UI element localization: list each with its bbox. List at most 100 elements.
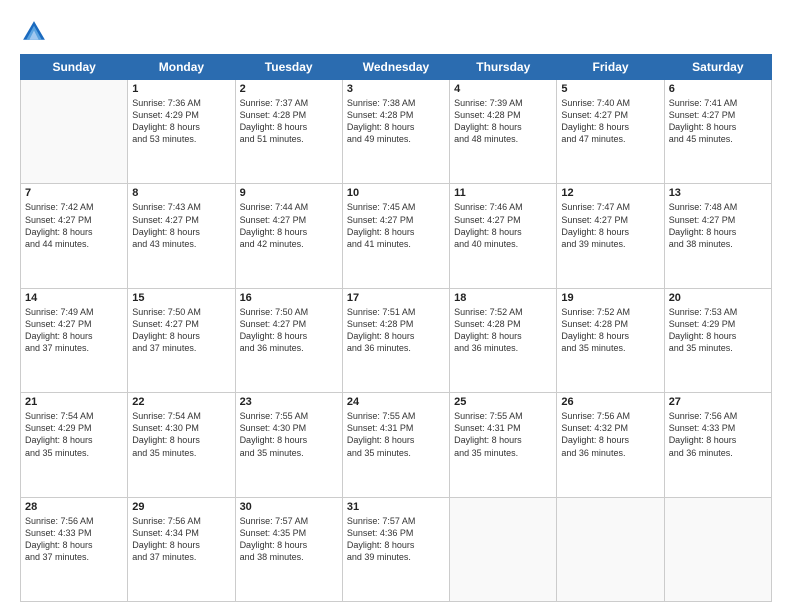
day-info: Sunrise: 7:44 AMSunset: 4:27 PMDaylight:…	[240, 201, 338, 250]
day-number: 29	[132, 501, 230, 513]
day-number: 6	[669, 83, 767, 95]
calendar-cell: 14 Sunrise: 7:49 AMSunset: 4:27 PMDayligh…	[21, 288, 128, 392]
calendar-cell: 27 Sunrise: 7:56 AMSunset: 4:33 PMDayligh…	[664, 393, 771, 497]
day-number: 12	[561, 187, 659, 199]
day-number: 2	[240, 83, 338, 95]
day-info: Sunrise: 7:54 AMSunset: 4:29 PMDaylight:…	[25, 410, 123, 459]
calendar-cell	[21, 80, 128, 184]
day-number: 11	[454, 187, 552, 199]
day-number: 22	[132, 396, 230, 408]
calendar-cell: 19 Sunrise: 7:52 AMSunset: 4:28 PMDayligh…	[557, 288, 664, 392]
day-info: Sunrise: 7:37 AMSunset: 4:28 PMDaylight:…	[240, 97, 338, 146]
weekday-header: Saturday	[664, 55, 771, 80]
day-info: Sunrise: 7:41 AMSunset: 4:27 PMDaylight:…	[669, 97, 767, 146]
day-number: 15	[132, 292, 230, 304]
day-number: 30	[240, 501, 338, 513]
day-info: Sunrise: 7:36 AMSunset: 4:29 PMDaylight:…	[132, 97, 230, 146]
calendar-cell: 10Sunrise: 7:45 AMSunset: 4:27 PMDayligh…	[342, 184, 449, 288]
day-info: Sunrise: 7:40 AMSunset: 4:27 PMDaylight:…	[561, 97, 659, 146]
calendar-cell: 22 Sunrise: 7:54 AMSunset: 4:30 PMDayligh…	[128, 393, 235, 497]
day-number: 25	[454, 396, 552, 408]
day-info: Sunrise: 7:51 AMSunset: 4:28 PMDaylight:…	[347, 306, 445, 355]
calendar-cell: 3 Sunrise: 7:38 AMSunset: 4:28 PMDaylight…	[342, 80, 449, 184]
day-info: Sunrise: 7:53 AMSunset: 4:29 PMDaylight:…	[669, 306, 767, 355]
calendar-cell: 6 Sunrise: 7:41 AMSunset: 4:27 PMDaylight…	[664, 80, 771, 184]
day-number: 24	[347, 396, 445, 408]
day-info: Sunrise: 7:46 AMSunset: 4:27 PMDaylight:…	[454, 201, 552, 250]
calendar-cell: 13Sunrise: 7:48 AMSunset: 4:27 PMDayligh…	[664, 184, 771, 288]
calendar-week-row: 28 Sunrise: 7:56 AMSunset: 4:33 PMDayligh…	[21, 497, 772, 601]
day-number: 4	[454, 83, 552, 95]
calendar-body: 1 Sunrise: 7:36 AMSunset: 4:29 PMDaylight…	[21, 80, 772, 602]
calendar-week-row: 14 Sunrise: 7:49 AMSunset: 4:27 PMDayligh…	[21, 288, 772, 392]
day-info: Sunrise: 7:54 AMSunset: 4:30 PMDaylight:…	[132, 410, 230, 459]
calendar-cell: 29Sunrise: 7:56 AMSunset: 4:34 PMDayligh…	[128, 497, 235, 601]
calendar-cell: 15Sunrise: 7:50 AMSunset: 4:27 PMDayligh…	[128, 288, 235, 392]
calendar-cell: 31 Sunrise: 7:57 AMSunset: 4:36 PMDayligh…	[342, 497, 449, 601]
calendar-week-row: 1 Sunrise: 7:36 AMSunset: 4:29 PMDaylight…	[21, 80, 772, 184]
day-info: Sunrise: 7:52 AMSunset: 4:28 PMDaylight:…	[561, 306, 659, 355]
day-number: 10	[347, 187, 445, 199]
logo	[20, 18, 52, 46]
day-number: 18	[454, 292, 552, 304]
day-number: 28	[25, 501, 123, 513]
calendar-cell: 8 Sunrise: 7:43 AMSunset: 4:27 PMDaylight…	[128, 184, 235, 288]
calendar-table: SundayMondayTuesdayWednesdayThursdayFrid…	[20, 54, 772, 602]
day-number: 8	[132, 187, 230, 199]
day-info: Sunrise: 7:42 AMSunset: 4:27 PMDaylight:…	[25, 201, 123, 250]
day-info: Sunrise: 7:49 AMSunset: 4:27 PMDaylight:…	[25, 306, 123, 355]
calendar-cell: 4 Sunrise: 7:39 AMSunset: 4:28 PMDaylight…	[450, 80, 557, 184]
day-info: Sunrise: 7:43 AMSunset: 4:27 PMDaylight:…	[132, 201, 230, 250]
day-number: 7	[25, 187, 123, 199]
calendar-week-row: 7 Sunrise: 7:42 AMSunset: 4:27 PMDaylight…	[21, 184, 772, 288]
day-info: Sunrise: 7:47 AMSunset: 4:27 PMDaylight:…	[561, 201, 659, 250]
calendar-cell: 21 Sunrise: 7:54 AMSunset: 4:29 PMDayligh…	[21, 393, 128, 497]
weekday-header: Friday	[557, 55, 664, 80]
day-number: 19	[561, 292, 659, 304]
calendar-cell	[557, 497, 664, 601]
calendar-header: SundayMondayTuesdayWednesdayThursdayFrid…	[21, 55, 772, 80]
calendar-cell: 12 Sunrise: 7:47 AMSunset: 4:27 PMDayligh…	[557, 184, 664, 288]
calendar-cell	[664, 497, 771, 601]
calendar-cell: 23Sunrise: 7:55 AMSunset: 4:30 PMDayligh…	[235, 393, 342, 497]
calendar-cell: 11 Sunrise: 7:46 AMSunset: 4:27 PMDayligh…	[450, 184, 557, 288]
day-info: Sunrise: 7:55 AMSunset: 4:31 PMDaylight:…	[347, 410, 445, 459]
day-number: 20	[669, 292, 767, 304]
day-number: 13	[669, 187, 767, 199]
page: SundayMondayTuesdayWednesdayThursdayFrid…	[0, 0, 792, 612]
day-number: 3	[347, 83, 445, 95]
calendar-cell: 1 Sunrise: 7:36 AMSunset: 4:29 PMDaylight…	[128, 80, 235, 184]
day-number: 23	[240, 396, 338, 408]
header	[20, 18, 772, 46]
calendar-cell: 26 Sunrise: 7:56 AMSunset: 4:32 PMDayligh…	[557, 393, 664, 497]
day-info: Sunrise: 7:38 AMSunset: 4:28 PMDaylight:…	[347, 97, 445, 146]
day-info: Sunrise: 7:39 AMSunset: 4:28 PMDaylight:…	[454, 97, 552, 146]
day-number: 26	[561, 396, 659, 408]
day-info: Sunrise: 7:57 AMSunset: 4:36 PMDaylight:…	[347, 515, 445, 564]
calendar-cell: 28 Sunrise: 7:56 AMSunset: 4:33 PMDayligh…	[21, 497, 128, 601]
day-info: Sunrise: 7:56 AMSunset: 4:33 PMDaylight:…	[25, 515, 123, 564]
day-number: 31	[347, 501, 445, 513]
calendar-cell: 17Sunrise: 7:51 AMSunset: 4:28 PMDayligh…	[342, 288, 449, 392]
day-number: 14	[25, 292, 123, 304]
day-info: Sunrise: 7:55 AMSunset: 4:31 PMDaylight:…	[454, 410, 552, 459]
calendar-cell: 7 Sunrise: 7:42 AMSunset: 4:27 PMDaylight…	[21, 184, 128, 288]
day-number: 27	[669, 396, 767, 408]
calendar-cell: 30 Sunrise: 7:57 AMSunset: 4:35 PMDayligh…	[235, 497, 342, 601]
calendar-cell: 16 Sunrise: 7:50 AMSunset: 4:27 PMDayligh…	[235, 288, 342, 392]
day-number: 16	[240, 292, 338, 304]
calendar-cell	[450, 497, 557, 601]
calendar-cell: 9Sunrise: 7:44 AMSunset: 4:27 PMDaylight…	[235, 184, 342, 288]
calendar-cell: 2 Sunrise: 7:37 AMSunset: 4:28 PMDaylight…	[235, 80, 342, 184]
calendar-cell: 24 Sunrise: 7:55 AMSunset: 4:31 PMDayligh…	[342, 393, 449, 497]
logo-icon	[20, 18, 48, 46]
day-info: Sunrise: 7:50 AMSunset: 4:27 PMDaylight:…	[240, 306, 338, 355]
calendar-week-row: 21 Sunrise: 7:54 AMSunset: 4:29 PMDayligh…	[21, 393, 772, 497]
day-number: 1	[132, 83, 230, 95]
day-info: Sunrise: 7:56 AMSunset: 4:33 PMDaylight:…	[669, 410, 767, 459]
day-info: Sunrise: 7:52 AMSunset: 4:28 PMDaylight:…	[454, 306, 552, 355]
day-number: 21	[25, 396, 123, 408]
day-info: Sunrise: 7:57 AMSunset: 4:35 PMDaylight:…	[240, 515, 338, 564]
weekday-header: Monday	[128, 55, 235, 80]
day-info: Sunrise: 7:56 AMSunset: 4:32 PMDaylight:…	[561, 410, 659, 459]
